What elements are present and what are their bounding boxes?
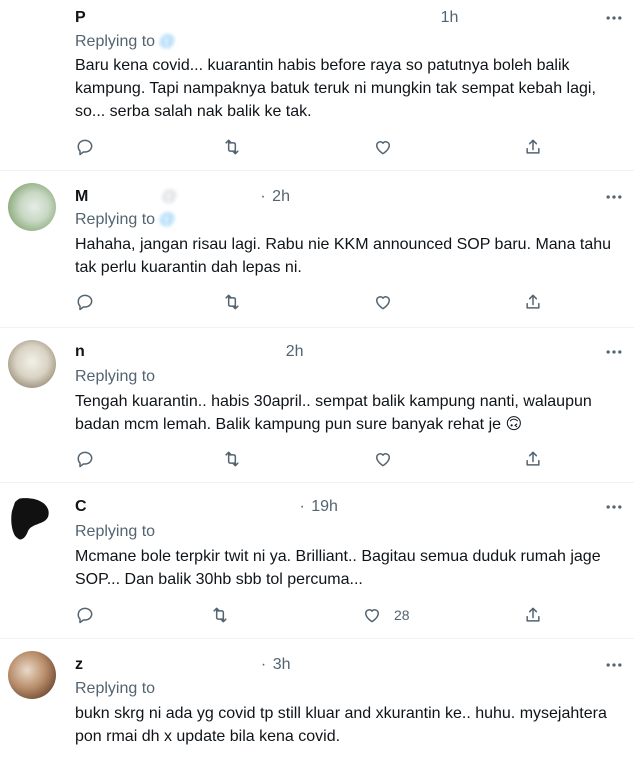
separator-dot: · <box>260 656 267 673</box>
reply-button[interactable] <box>75 603 95 627</box>
tweet[interactable]: M @ · 2h Replying to @ Hahaha, jangan ris… <box>0 171 634 328</box>
like-icon <box>376 141 390 155</box>
timestamp[interactable]: 2h <box>272 188 290 205</box>
timestamp[interactable]: 1h <box>441 9 459 26</box>
retweet-icon <box>225 294 239 310</box>
action-bar <box>75 135 555 159</box>
display-name[interactable]: z <box>75 656 83 673</box>
tweet-text: Tengah kuarantin.. habis 30april.. sempa… <box>75 393 592 433</box>
reply-icon <box>77 294 93 311</box>
retweet-icon <box>225 139 239 155</box>
tweet-text: Baru kena covid... kuarantin habis befor… <box>75 57 596 120</box>
like-icon <box>365 609 379 623</box>
retweet-button[interactable] <box>210 603 230 627</box>
share-button[interactable] <box>523 290 543 314</box>
replying-to: Replying to <box>75 521 159 543</box>
replying-to: Replying to <box>75 678 159 700</box>
avatar[interactable] <box>8 495 56 543</box>
share-button[interactable] <box>523 447 543 471</box>
separator-dot: · <box>260 188 266 205</box>
retweet-button[interactable] <box>222 290 242 314</box>
replying-to: Replying to @ <box>75 31 175 53</box>
retweet-icon <box>225 451 239 467</box>
timestamp[interactable]: 3h <box>273 656 291 673</box>
tweet-header: C · 19h <box>75 495 614 519</box>
tweet-text: bukn skrg ni ada yg covid tp still kluar… <box>75 705 607 745</box>
share-button[interactable] <box>523 135 543 159</box>
replying-label: Replying to <box>75 368 156 385</box>
mention-link[interactable]: @ <box>159 211 175 228</box>
like-button[interactable] <box>373 447 405 471</box>
retweet-button[interactable] <box>222 447 242 471</box>
retweet-button[interactable] <box>222 135 242 159</box>
reply-icon <box>77 451 93 468</box>
like-button[interactable] <box>373 290 405 314</box>
like-button[interactable]: 28 <box>362 603 410 627</box>
more-icon[interactable] <box>604 342 624 362</box>
display-name[interactable]: n <box>75 343 85 360</box>
reply-button[interactable] <box>75 135 95 159</box>
like-count: 28 <box>394 607 410 623</box>
timestamp[interactable]: 2h <box>286 343 304 360</box>
replying-label: Replying to <box>75 523 156 540</box>
more-icon[interactable] <box>604 187 624 207</box>
display-name[interactable]: M <box>75 188 88 205</box>
like-button[interactable] <box>373 135 405 159</box>
action-bar <box>75 290 555 314</box>
tweet-text: Hahaha, jangan risau lagi. Rabu nie KKM … <box>75 236 612 276</box>
tweet-header: z · 3h <box>75 653 614 677</box>
share-icon <box>526 451 540 466</box>
reply-icon <box>77 607 93 624</box>
tweet[interactable]: P 1h Replying to @ Baru kena covid... kua… <box>0 0 634 171</box>
like-icon <box>376 296 390 310</box>
replying-to: Replying to <box>75 366 159 388</box>
tweet-header: P 1h <box>75 6 614 30</box>
share-button[interactable] <box>523 603 543 627</box>
handle[interactable]: @ <box>161 188 177 205</box>
replying-label: Replying to <box>75 33 156 50</box>
tweet[interactable]: n 2h Replying to Tengah kuarantin.. habi… <box>0 328 634 483</box>
replying-label: Replying to <box>75 680 156 697</box>
timestamp[interactable]: 19h <box>311 498 338 515</box>
action-bar <box>75 447 555 471</box>
action-bar: 28 <box>75 603 555 627</box>
share-icon <box>526 139 540 154</box>
more-icon[interactable] <box>604 8 624 28</box>
like-icon <box>376 453 390 467</box>
separator-dot: · <box>299 498 305 515</box>
replying-label: Replying to <box>75 211 156 228</box>
reply-button[interactable] <box>75 290 95 314</box>
avatar[interactable] <box>8 183 56 231</box>
share-icon <box>526 294 540 309</box>
tweet[interactable]: C · 19h Replying to Mcmane bole terpkir … <box>0 483 634 639</box>
reply-icon <box>77 139 93 156</box>
tweet-text: Mcmane bole terpkir twit ni ya. Brillian… <box>75 548 601 588</box>
mention-link[interactable]: @ <box>159 33 175 50</box>
avatar[interactable] <box>8 340 56 388</box>
more-icon[interactable] <box>604 655 624 675</box>
tweet[interactable]: z · 3h Replying to bukn skrg ni ada yg c… <box>0 639 634 759</box>
tweet-header: n 2h <box>75 340 614 364</box>
avatar-image <box>11 498 49 540</box>
avatar[interactable] <box>8 12 56 60</box>
display-name[interactable]: P <box>75 9 86 26</box>
replying-to: Replying to @ <box>75 209 175 231</box>
display-name[interactable]: C <box>75 498 87 515</box>
avatar[interactable] <box>8 651 56 699</box>
more-icon[interactable] <box>604 497 624 517</box>
retweet-icon <box>213 607 227 623</box>
tweet-header: M @ · 2h <box>75 185 614 209</box>
reply-button[interactable] <box>75 447 95 471</box>
share-icon <box>526 607 540 622</box>
